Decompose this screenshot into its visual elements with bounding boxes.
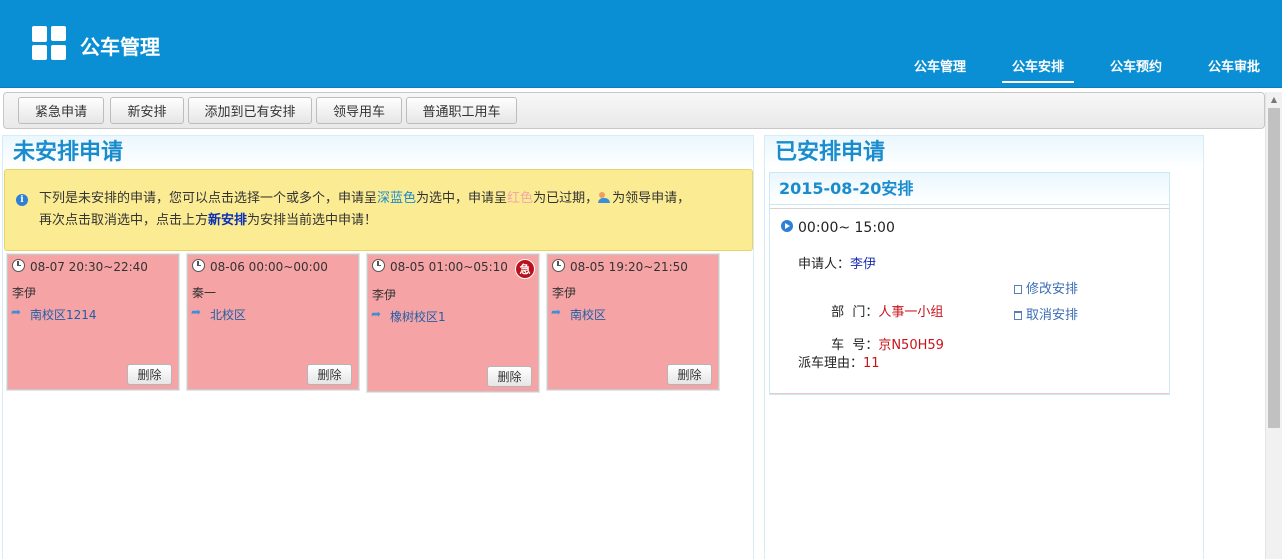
page-scrollbar[interactable]: ▲ [1265,92,1282,559]
card-person: 李伊 [12,286,37,300]
slot-time: 00:00~ 15:00 [798,220,895,236]
card-place: 北校区 [210,308,247,322]
applicant-row: 申请人：李伊 [798,253,876,272]
arrangement-group: 2015-08-20安排 00:00~ 15:00 申请人：李伊 部 门：人事一… [769,172,1170,395]
assigned-panel: 已安排申请 2015-08-20安排 00:00~ 15:00 申请人：李伊 部… [764,135,1204,559]
document-icon [1014,285,1022,294]
urgent-request-button[interactable]: 紧急申请 [18,97,104,124]
notice-red-text: 红色 [507,191,534,206]
delete-button[interactable]: 删除 [667,364,712,385]
nav-item-car-arrangement[interactable]: 公车安排 [1001,50,1074,86]
card-place: 橡树校区1 [390,310,446,324]
info-icon: i [16,194,28,206]
clock-icon [552,259,565,272]
scroll-thumb[interactable] [1268,108,1280,428]
request-card[interactable]: 08-05 01:00~05:10 急 李伊 ➦ 橡树校区1 删除 [367,254,539,392]
urgent-badge: 急 [515,259,535,279]
car-label: 车 号： [831,338,879,353]
trash-icon [1014,311,1022,320]
arrangement-item[interactable]: 00:00~ 15:00 申请人：李伊 部 门：人事一小组 车 号：京N50H5… [770,208,1169,394]
notice-bold-text: 新安排 [208,213,248,228]
dept-value: 人事一小组 [878,305,944,320]
notice-blue-text: 深蓝色 [377,191,417,206]
main-nav: 公车管理 公车安排 公车预约 公车审批 [868,50,1260,86]
card-person: 李伊 [552,286,577,300]
unassigned-title: 未安排申请 [3,136,753,168]
nav-item-car-reservation[interactable]: 公车预约 [1110,50,1162,86]
new-arrangement-button[interactable]: 新安排 [110,97,184,124]
applicant-value: 李伊 [850,257,877,272]
applicant-label: 申请人： [798,257,851,272]
leader-icon [598,192,611,203]
reason-row: 派车理由：11 [798,352,880,371]
notice-text: 为选中，申请呈 [416,191,508,206]
request-card[interactable]: 08-07 20:30~22:40 李伊 ➦ 南校区1214 删除 [7,254,179,390]
car-value: 京N50H59 [878,338,944,353]
card-place: 南校区 [570,308,607,322]
direction-arrow-icon: ➦ [11,305,22,319]
card-place: 南校区1214 [30,308,97,322]
request-card[interactable]: 08-05 19:20~21:50 李伊 ➦ 南校区 删除 [547,254,719,390]
cancel-arrangement-link[interactable]: 取消安排 [1014,304,1078,323]
card-person: 李伊 [372,288,397,302]
cancel-arrangement-label: 取消安排 [1026,308,1079,323]
staff-car-button[interactable]: 普通职工用车 [406,97,517,124]
notice-text: 为安排当前选中申请！ [247,213,378,228]
direction-arrow-icon: ➦ [551,305,562,319]
dept-label: 部 门： [831,305,879,320]
notice-text: 为领导申请， [612,191,691,206]
toolbar: 紧急申请 新安排 添加到已有安排 领导用车 普通职工用车 [3,92,1265,129]
clock-icon [12,259,25,272]
delete-button[interactable]: 删除 [127,364,172,385]
delete-button[interactable]: 删除 [307,364,352,385]
assigned-title: 已安排申请 [765,136,1203,168]
notice-text: 再次点击取消选中，点击上方 [39,213,209,228]
card-time: 08-05 01:00~05:10 [390,260,508,274]
add-to-existing-button[interactable]: 添加到已有安排 [188,97,312,124]
notice-box: i 下列是未安排的申请，您可以点击选择一个或多个，申请呈深蓝色为选中，申请呈红色… [4,169,753,251]
clock-icon [192,259,205,272]
card-time: 08-07 20:30~22:40 [30,260,148,274]
direction-arrow-icon: ➦ [191,305,202,319]
edit-arrangement-label: 修改安排 [1026,282,1079,297]
delete-button[interactable]: 删除 [487,366,532,387]
notice-text: 下列是未安排的申请，您可以点击选择一个或多个，申请呈 [39,191,378,206]
circle-arrow-icon [781,220,793,232]
reason-value: 11 [863,356,880,371]
clock-icon [372,259,385,272]
card-time: 08-06 00:00~00:00 [210,260,328,274]
app-logo-icon [32,26,66,60]
card-person: 秦一 [192,286,217,300]
reason-label: 派车理由： [798,356,864,371]
edit-arrangement-link[interactable]: 修改安排 [1014,278,1078,297]
nav-item-car-management[interactable]: 公车管理 [914,50,966,86]
notice-text: 为已过期， [533,191,599,206]
card-time: 08-05 19:20~21:50 [570,260,688,274]
leader-car-button[interactable]: 领导用车 [316,97,402,124]
direction-arrow-icon: ➦ [371,307,382,321]
app-title: 公车管理 [80,35,160,59]
app-header: 公车管理 公车管理 公车安排 公车预约 公车审批 [0,0,1282,88]
scroll-up-icon[interactable]: ▲ [1266,92,1282,107]
nav-item-car-approval[interactable]: 公车审批 [1208,50,1260,86]
request-card[interactable]: 08-06 00:00~00:00 秦一 ➦ 北校区 删除 [187,254,359,390]
arrangement-date: 2015-08-20安排 [770,173,1169,205]
